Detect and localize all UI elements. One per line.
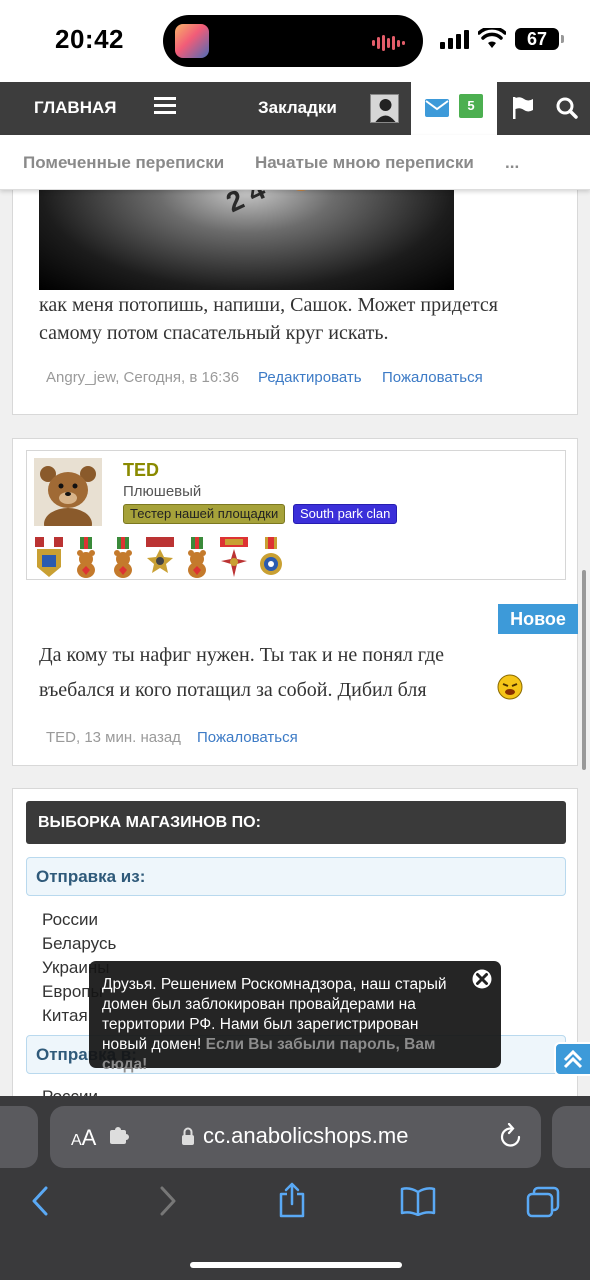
- close-icon[interactable]: [472, 969, 492, 989]
- author-name[interactable]: TED: [123, 460, 159, 481]
- menu-icon[interactable]: [154, 97, 176, 118]
- next-tab-preview[interactable]: [552, 1106, 590, 1168]
- post-meta: TED, 13 мин. назад: [46, 729, 181, 746]
- medal-icon[interactable]: [254, 537, 288, 579]
- post-meta: Angry_jew, Сегодня, в 16:36: [46, 369, 240, 386]
- more-link[interactable]: ...: [505, 153, 519, 173]
- bookmarks-icon[interactable]: [400, 1186, 436, 1216]
- post-text-line: самому потом спасательный круг искать.: [39, 322, 389, 344]
- site-navbar: ГЛАВНАЯ Закладки 5: [0, 82, 590, 135]
- post-text-line: въебался и кого потащил за собой. Дибил …: [39, 679, 427, 701]
- emoji-icon: [497, 674, 523, 700]
- now-playing-app-icon: [175, 24, 209, 58]
- medal-icon[interactable]: [69, 537, 103, 579]
- medal-icon[interactable]: [217, 537, 251, 579]
- post-text-line: Да кому ты нафиг нужен. Ты так и не поня…: [39, 644, 445, 666]
- medal-icon[interactable]: [32, 537, 66, 579]
- battery-indicator: 67: [515, 28, 564, 50]
- report-link[interactable]: Пожаловаться: [382, 369, 483, 386]
- flag-icon[interactable]: [511, 96, 535, 120]
- mail-icon[interactable]: [425, 99, 449, 117]
- marked-threads-link[interactable]: Помеченные переписки: [23, 153, 224, 173]
- author-title: Плюшевый: [123, 483, 202, 500]
- nav-bookmarks-link[interactable]: Закладки: [258, 98, 337, 118]
- messages-count-badge: 5: [459, 94, 483, 118]
- country-filter-item[interactable]: России: [42, 1087, 98, 1096]
- lock-icon: [182, 1127, 194, 1145]
- ship-from-toggle[interactable]: Отправка из:: [26, 857, 566, 896]
- medal-icon[interactable]: [143, 537, 177, 579]
- page-settings-button[interactable]: AA: [71, 1125, 96, 1151]
- share-icon[interactable]: [278, 1182, 306, 1218]
- home-indicator: [190, 1262, 402, 1268]
- url-text[interactable]: cc.anabolicshops.me: [203, 1123, 408, 1149]
- search-icon[interactable]: [556, 97, 578, 119]
- back-icon[interactable]: [30, 1186, 50, 1216]
- author-avatar[interactable]: [34, 458, 102, 526]
- post-text-line: как меня потопишь, напиши, Сашок. Может …: [39, 294, 498, 316]
- report-link[interactable]: Пожаловаться: [197, 729, 298, 746]
- scroll-top-icon: [563, 1049, 583, 1069]
- post-ted: TED Плюшевый Тестер нашей площадки South…: [12, 438, 578, 766]
- previous-tab-preview[interactable]: [0, 1106, 38, 1168]
- thread-content: 2 4 как меня потопишь, напиши, Сашок. Мо…: [0, 190, 590, 1096]
- extension-icon[interactable]: [109, 1126, 131, 1146]
- audio-wave-icon: [372, 35, 405, 51]
- page-scrollbar[interactable]: [582, 570, 586, 770]
- shop-filter-header: ВЫБОРКА МАГАЗИНОВ ПО:: [26, 801, 566, 844]
- user-banner-tester: Тестер нашей площадки: [123, 504, 286, 524]
- sub-navbar: Помеченные переписки Начатые мною перепи…: [0, 135, 590, 190]
- svg-text:2 4: 2 4: [221, 190, 270, 218]
- medal-icon[interactable]: [106, 537, 140, 579]
- country-filter-item[interactable]: Беларусь: [42, 934, 116, 954]
- status-time: 20:42: [55, 24, 124, 54]
- post-angry-jew: 2 4 как меня потопишь, напиши, Сашок. Мо…: [12, 190, 578, 415]
- scroll-to-top-button[interactable]: [554, 1042, 590, 1076]
- messages-tab[interactable]: 5: [411, 82, 497, 135]
- author-info-box: TED Плюшевый Тестер нашей площадки South…: [26, 450, 566, 580]
- new-post-badge: Новое: [498, 604, 578, 634]
- tabs-icon[interactable]: [526, 1186, 560, 1218]
- status-bar: 20:42 67: [0, 0, 590, 82]
- medal-icon[interactable]: [180, 537, 214, 579]
- browser-toolbar: AA cc.anabolicshops.me: [0, 1096, 590, 1280]
- domain-notice-toast: Друзья. Решением Роскомнадзора, наш стар…: [89, 961, 501, 1073]
- reload-icon[interactable]: [499, 1123, 523, 1149]
- cellular-signal-icon: [440, 30, 469, 49]
- wifi-icon: [478, 28, 506, 48]
- post-attached-image: 2 4: [39, 190, 454, 290]
- award-medals: [32, 537, 288, 579]
- address-bar[interactable]: AA cc.anabolicshops.me: [50, 1106, 541, 1168]
- country-filter-item[interactable]: Китая: [42, 1006, 88, 1026]
- dynamic-island: [163, 15, 423, 67]
- country-filter-item[interactable]: России: [42, 910, 98, 930]
- nav-home-link[interactable]: ГЛАВНАЯ: [34, 98, 116, 118]
- edit-link[interactable]: Редактировать: [258, 369, 362, 386]
- started-threads-link[interactable]: Начатые мною переписки: [255, 153, 474, 173]
- forward-icon[interactable]: [158, 1186, 178, 1216]
- user-banner-southpark: South park clan: [293, 504, 398, 524]
- user-avatar[interactable]: [370, 94, 399, 123]
